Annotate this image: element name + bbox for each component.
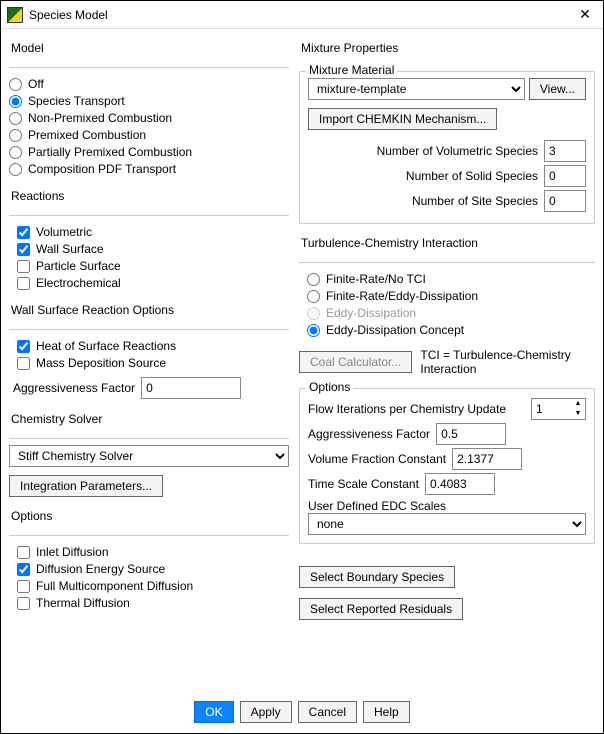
model-radio-5[interactable]: Composition PDF Transport [9, 162, 289, 176]
wallsurf-check-1[interactable]: Mass Deposition Source [17, 356, 289, 370]
leftopt-check-3[interactable]: Thermal Diffusion [17, 596, 289, 610]
wallsurf-heading: Wall Surface Reaction Options [11, 303, 289, 317]
select-boundary-button[interactable]: Select Boundary Species [299, 566, 455, 588]
app-icon [7, 7, 23, 23]
view-button[interactable]: View... [529, 78, 586, 100]
flow-iter-input[interactable] [531, 398, 571, 420]
edc-agg-input[interactable] [436, 423, 506, 445]
leftopt-check-1[interactable]: Diffusion Energy Source [17, 562, 289, 576]
tci-radio-3[interactable]: Eddy-Dissipation Concept [307, 323, 595, 337]
mixture-material-select[interactable]: mixture-template [308, 78, 525, 100]
titlebar: Species Model ✕ [1, 1, 603, 29]
tci-radio-2: Eddy-Dissipation [307, 306, 595, 320]
model-radio-2[interactable]: Non-Premixed Combustion [9, 111, 289, 125]
wall-agg-label: Aggressiveness Factor [13, 381, 135, 395]
model-radio-0[interactable]: Off [9, 77, 289, 91]
close-icon[interactable]: ✕ [573, 6, 597, 23]
dialog-footer: OK Apply Cancel Help [1, 701, 603, 723]
mixture-heading: Mixture Properties [301, 41, 595, 55]
tci-radio-1[interactable]: Finite-Rate/Eddy-Dissipation [307, 289, 595, 303]
leftopt-check-0[interactable]: Inlet Diffusion [17, 545, 289, 559]
chevron-down-icon[interactable]: ▼ [571, 409, 585, 419]
timescale-input[interactable] [425, 473, 495, 495]
tci-radio-0[interactable]: Finite-Rate/No TCI [307, 272, 595, 286]
site-species-input[interactable] [544, 190, 586, 212]
coal-calc-button[interactable]: Coal Calculator... [299, 351, 412, 373]
leftoptions-heading: Options [11, 509, 289, 523]
chemsolver-select[interactable]: Stiff Chemistry Solver [9, 445, 289, 467]
timescale-label: Time Scale Constant [308, 477, 419, 491]
vol-species-label: Number of Volumetric Species [377, 144, 538, 158]
help-button[interactable]: Help [363, 701, 410, 723]
import-chemkin-button[interactable]: Import CHEMKIN Mechanism... [308, 108, 497, 130]
solid-species-label: Number of Solid Species [406, 169, 538, 183]
mixmat-label: Mixture Material [306, 63, 397, 77]
wallsurf-check-0[interactable]: Heat of Surface Reactions [17, 339, 289, 353]
solid-species-input[interactable] [544, 165, 586, 187]
reactions-heading: Reactions [11, 189, 289, 203]
select-residuals-button[interactable]: Select Reported Residuals [299, 598, 463, 620]
tci-heading: Turbulence-Chemistry Interaction [301, 236, 595, 250]
tci-note: TCI = Turbulence-Chemistry Interaction [416, 348, 595, 376]
model-radio-3[interactable]: Premixed Combustion [9, 128, 289, 142]
leftopt-check-2[interactable]: Full Multicomponent Diffusion [17, 579, 289, 593]
site-species-label: Number of Site Species [412, 194, 538, 208]
reactions-check-0[interactable]: Volumetric [17, 225, 289, 239]
ok-button[interactable]: OK [194, 701, 233, 723]
flow-iter-spinner[interactable]: ▲▼ [571, 398, 586, 420]
chemsolver-heading: Chemistry Solver [11, 412, 289, 426]
integration-params-button[interactable]: Integration Parameters... [9, 475, 163, 497]
vol-species-input[interactable] [544, 140, 586, 162]
useredc-select[interactable]: none [308, 513, 586, 535]
useredc-label: User Defined EDC Scales [308, 499, 586, 513]
reactions-check-3[interactable]: Electrochemical [17, 276, 289, 290]
flow-iter-label: Flow Iterations per Chemistry Update [308, 402, 531, 416]
cancel-button[interactable]: Cancel [298, 701, 357, 723]
window-title: Species Model [29, 8, 573, 22]
chevron-up-icon[interactable]: ▲ [571, 399, 585, 409]
edc-agg-label: Aggressiveness Factor [308, 427, 430, 441]
edc-options-heading: Options [306, 380, 353, 394]
volfrac-input[interactable] [452, 448, 522, 470]
model-radio-4[interactable]: Partially Premixed Combustion [9, 145, 289, 159]
model-heading: Model [11, 41, 289, 55]
apply-button[interactable]: Apply [240, 701, 292, 723]
wall-agg-input[interactable] [141, 377, 241, 399]
volfrac-label: Volume Fraction Constant [308, 452, 446, 466]
reactions-check-2[interactable]: Particle Surface [17, 259, 289, 273]
model-radio-1[interactable]: Species Transport [9, 94, 289, 108]
reactions-check-1[interactable]: Wall Surface [17, 242, 289, 256]
